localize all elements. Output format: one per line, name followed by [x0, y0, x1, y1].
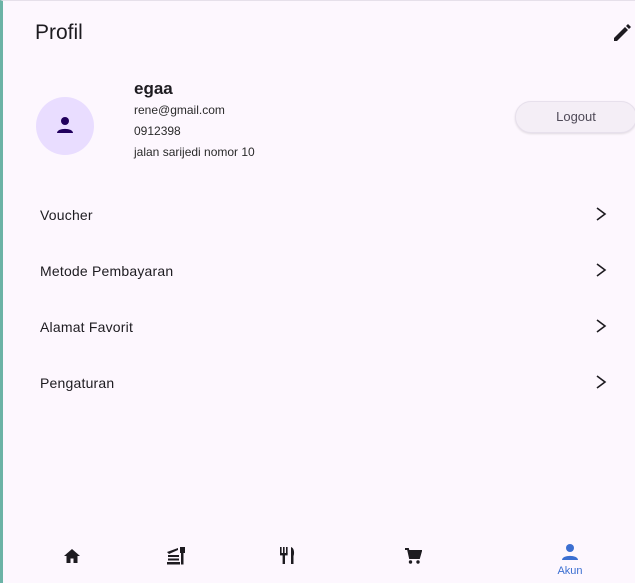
chevron-right-icon	[596, 319, 607, 333]
profile-address: jalan sarijedi nomor 10	[134, 145, 255, 159]
nav-item-akun[interactable]: Akun	[540, 529, 600, 583]
cart-icon	[405, 548, 422, 564]
menu-item-metode-pembayaran[interactable]: Metode Pembayaran	[3, 243, 635, 299]
profile-card: egaa rene@gmail.com 0912398 jalan sarije…	[3, 73, 635, 183]
menu-item-voucher[interactable]: Voucher	[3, 187, 635, 243]
bottom-navigation: Akun	[3, 529, 635, 583]
profile-screen: Profil egaa rene@gmail.com 0912398 jalan…	[0, 0, 635, 583]
page-title: Profil	[35, 21, 83, 44]
nav-item-home[interactable]	[43, 529, 103, 583]
menu-item-label: Metode Pembayaran	[40, 263, 174, 279]
chevron-right-icon	[596, 207, 607, 221]
profile-name: egaa	[134, 79, 173, 98]
chevron-right-icon	[596, 375, 607, 389]
nav-item-cart[interactable]	[383, 529, 443, 583]
edit-icon[interactable]	[611, 21, 633, 43]
menu-item-label: Pengaturan	[40, 375, 115, 391]
menu-item-pengaturan[interactable]: Pengaturan	[3, 355, 635, 411]
menu-item-label: Voucher	[40, 207, 93, 223]
nav-item-store[interactable]	[148, 529, 208, 583]
nav-item-restaurant[interactable]	[258, 529, 318, 583]
menu-item-alamat-favorit[interactable]: Alamat Favorit	[3, 299, 635, 355]
chevron-right-icon	[596, 263, 607, 277]
nav-label-akun: Akun	[557, 565, 583, 577]
app-bar: Profil	[3, 1, 635, 63]
person-icon	[562, 544, 578, 560]
restaurant-icon	[280, 547, 295, 564]
person-icon	[57, 117, 73, 133]
logout-button[interactable]: Logout	[515, 101, 635, 133]
home-icon	[64, 549, 80, 563]
avatar	[36, 97, 94, 155]
profile-email: rene@gmail.com	[134, 103, 225, 117]
store-icon	[167, 547, 185, 565]
menu-item-label: Alamat Favorit	[40, 319, 134, 335]
profile-phone: 0912398	[134, 124, 181, 138]
